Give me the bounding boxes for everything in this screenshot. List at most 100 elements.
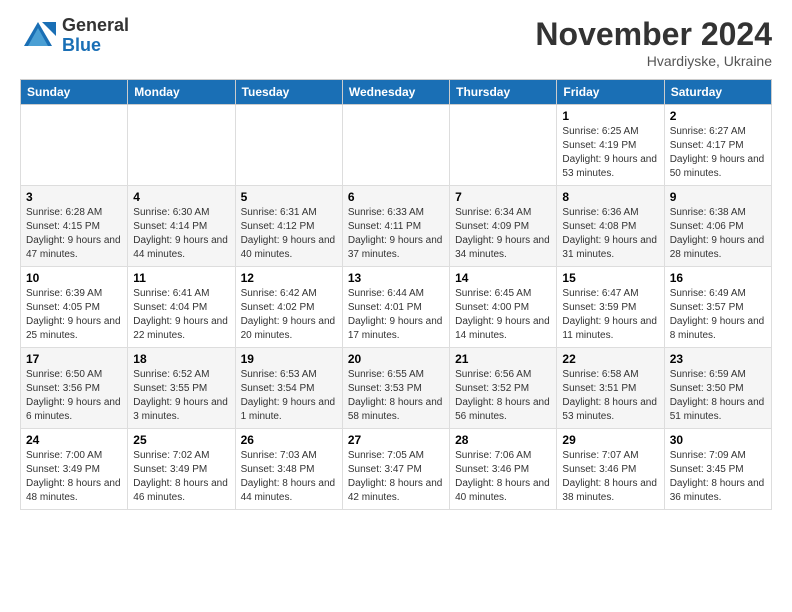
calendar-cell: 27Sunrise: 7:05 AM Sunset: 3:47 PM Dayli… <box>342 429 449 510</box>
day-number: 19 <box>241 352 337 366</box>
day-number: 10 <box>26 271 122 285</box>
day-number: 6 <box>348 190 444 204</box>
day-number: 27 <box>348 433 444 447</box>
col-monday: Monday <box>128 80 235 105</box>
calendar-header-row: Sunday Monday Tuesday Wednesday Thursday… <box>21 80 772 105</box>
logo-icon <box>20 18 56 54</box>
calendar-week-2: 3 Sunrise: 6:28 AM Sunset: 4:15 PM Daylig… <box>21 186 772 267</box>
calendar-cell: 9 Sunrise: 6:38 AM Sunset: 4:06 PM Daylig… <box>664 186 771 267</box>
day-number: 5 <box>241 190 337 204</box>
calendar-cell: 5 Sunrise: 6:31 AM Sunset: 4:12 PM Daylig… <box>235 186 342 267</box>
header: General Blue November 2024 Hvardiyske, U… <box>20 16 772 69</box>
day-info: Sunrise: 6:47 AM Sunset: 3:59 PM Dayligh… <box>562 287 658 343</box>
page: General Blue November 2024 Hvardiyske, U… <box>0 0 792 520</box>
day-number: 20 <box>348 352 444 366</box>
logo-general: General <box>62 16 129 36</box>
day-number: 24 <box>26 433 122 447</box>
day-number: 11 <box>133 271 229 285</box>
calendar-cell: 2Sunrise: 6:27 AM Sunset: 4:17 PM Daylig… <box>664 105 771 186</box>
day-number: 14 <box>455 271 551 285</box>
calendar-cell: 16Sunrise: 6:49 AM Sunset: 3:57 PM Dayli… <box>664 267 771 348</box>
calendar-cell: 1Sunrise: 6:25 AM Sunset: 4:19 PM Daylig… <box>557 105 664 186</box>
day-info: Sunrise: 6:34 AM Sunset: 4:09 PM Dayligh… <box>455 206 551 262</box>
calendar-cell <box>450 105 557 186</box>
logo-text: General Blue <box>62 16 129 56</box>
col-tuesday: Tuesday <box>235 80 342 105</box>
calendar-cell: 28 Sunrise: 7:06 AM Sunset: 3:46 PM Dayli… <box>450 429 557 510</box>
day-number: 13 <box>348 271 444 285</box>
calendar-cell: 10 Sunrise: 6:39 AM Sunset: 4:05 PM Dayli… <box>21 267 128 348</box>
day-number: 29 <box>562 433 658 447</box>
day-number: 25 <box>133 433 229 447</box>
day-number: 17 <box>26 352 122 366</box>
day-number: 8 <box>562 190 658 204</box>
day-info: Sunrise: 6:42 AM Sunset: 4:02 PM Dayligh… <box>241 287 337 343</box>
day-number: 28 <box>455 433 551 447</box>
month-title: November 2024 <box>535 16 772 53</box>
day-info: Sunrise: 6:50 AM Sunset: 3:56 PM Dayligh… <box>26 368 122 424</box>
logo-blue: Blue <box>62 36 129 56</box>
day-info: Sunrise: 7:02 AM Sunset: 3:49 PM Dayligh… <box>133 449 229 505</box>
day-info: Sunrise: 6:31 AM Sunset: 4:12 PM Dayligh… <box>241 206 337 262</box>
day-info: Sunrise: 7:03 AM Sunset: 3:48 PM Dayligh… <box>241 449 337 505</box>
day-info: Sunrise: 6:56 AM Sunset: 3:52 PM Dayligh… <box>455 368 551 424</box>
day-number: 30 <box>670 433 766 447</box>
day-number: 4 <box>133 190 229 204</box>
day-info: Sunrise: 6:45 AM Sunset: 4:00 PM Dayligh… <box>455 287 551 343</box>
day-number: 2 <box>670 109 766 123</box>
day-info: Sunrise: 6:38 AM Sunset: 4:06 PM Dayligh… <box>670 206 766 262</box>
col-sunday: Sunday <box>21 80 128 105</box>
calendar-cell: 22 Sunrise: 6:58 AM Sunset: 3:51 PM Dayli… <box>557 348 664 429</box>
calendar-cell: 17 Sunrise: 6:50 AM Sunset: 3:56 PM Dayli… <box>21 348 128 429</box>
day-info: Sunrise: 6:52 AM Sunset: 3:55 PM Dayligh… <box>133 368 229 424</box>
col-thursday: Thursday <box>450 80 557 105</box>
day-info: Sunrise: 6:55 AM Sunset: 3:53 PM Dayligh… <box>348 368 444 424</box>
day-number: 3 <box>26 190 122 204</box>
calendar-cell: 24Sunrise: 7:00 AM Sunset: 3:49 PM Dayli… <box>21 429 128 510</box>
day-info: Sunrise: 7:09 AM Sunset: 3:45 PM Dayligh… <box>670 449 766 505</box>
calendar-week-4: 17 Sunrise: 6:50 AM Sunset: 3:56 PM Dayli… <box>21 348 772 429</box>
calendar-cell: 25 Sunrise: 7:02 AM Sunset: 3:49 PM Dayli… <box>128 429 235 510</box>
day-info: Sunrise: 7:06 AM Sunset: 3:46 PM Dayligh… <box>455 449 551 505</box>
calendar-cell: 18Sunrise: 6:52 AM Sunset: 3:55 PM Dayli… <box>128 348 235 429</box>
day-number: 21 <box>455 352 551 366</box>
title-section: November 2024 Hvardiyske, Ukraine <box>535 16 772 69</box>
calendar-cell: 7 Sunrise: 6:34 AM Sunset: 4:09 PM Daylig… <box>450 186 557 267</box>
day-info: Sunrise: 6:44 AM Sunset: 4:01 PM Dayligh… <box>348 287 444 343</box>
day-info: Sunrise: 6:33 AM Sunset: 4:11 PM Dayligh… <box>348 206 444 262</box>
day-info: Sunrise: 6:28 AM Sunset: 4:15 PM Dayligh… <box>26 206 122 262</box>
calendar-cell: 13 Sunrise: 6:44 AM Sunset: 4:01 PM Dayli… <box>342 267 449 348</box>
day-number: 26 <box>241 433 337 447</box>
calendar-cell: 26 Sunrise: 7:03 AM Sunset: 3:48 PM Dayli… <box>235 429 342 510</box>
calendar-cell: 23 Sunrise: 6:59 AM Sunset: 3:50 PM Dayli… <box>664 348 771 429</box>
calendar-week-1: 1Sunrise: 6:25 AM Sunset: 4:19 PM Daylig… <box>21 105 772 186</box>
calendar-cell: 20 Sunrise: 6:55 AM Sunset: 3:53 PM Dayli… <box>342 348 449 429</box>
day-number: 9 <box>670 190 766 204</box>
calendar-cell: 19Sunrise: 6:53 AM Sunset: 3:54 PM Dayli… <box>235 348 342 429</box>
day-info: Sunrise: 7:07 AM Sunset: 3:46 PM Dayligh… <box>562 449 658 505</box>
day-info: Sunrise: 6:36 AM Sunset: 4:08 PM Dayligh… <box>562 206 658 262</box>
day-info: Sunrise: 6:49 AM Sunset: 3:57 PM Dayligh… <box>670 287 766 343</box>
col-friday: Friday <box>557 80 664 105</box>
calendar-cell <box>128 105 235 186</box>
calendar-cell: 4Sunrise: 6:30 AM Sunset: 4:14 PM Daylig… <box>128 186 235 267</box>
day-number: 23 <box>670 352 766 366</box>
day-number: 7 <box>455 190 551 204</box>
calendar-week-5: 24Sunrise: 7:00 AM Sunset: 3:49 PM Dayli… <box>21 429 772 510</box>
calendar-cell <box>342 105 449 186</box>
day-info: Sunrise: 6:58 AM Sunset: 3:51 PM Dayligh… <box>562 368 658 424</box>
day-info: Sunrise: 6:59 AM Sunset: 3:50 PM Dayligh… <box>670 368 766 424</box>
day-number: 12 <box>241 271 337 285</box>
col-wednesday: Wednesday <box>342 80 449 105</box>
calendar-cell: 30 Sunrise: 7:09 AM Sunset: 3:45 PM Dayli… <box>664 429 771 510</box>
calendar-cell: 3 Sunrise: 6:28 AM Sunset: 4:15 PM Daylig… <box>21 186 128 267</box>
day-number: 15 <box>562 271 658 285</box>
day-number: 22 <box>562 352 658 366</box>
calendar-week-3: 10 Sunrise: 6:39 AM Sunset: 4:05 PM Dayli… <box>21 267 772 348</box>
calendar-cell: 11Sunrise: 6:41 AM Sunset: 4:04 PM Dayli… <box>128 267 235 348</box>
day-number: 1 <box>562 109 658 123</box>
calendar-cell: 29 Sunrise: 7:07 AM Sunset: 3:46 PM Dayli… <box>557 429 664 510</box>
day-info: Sunrise: 6:39 AM Sunset: 4:05 PM Dayligh… <box>26 287 122 343</box>
calendar: Sunday Monday Tuesday Wednesday Thursday… <box>20 79 772 510</box>
col-saturday: Saturday <box>664 80 771 105</box>
